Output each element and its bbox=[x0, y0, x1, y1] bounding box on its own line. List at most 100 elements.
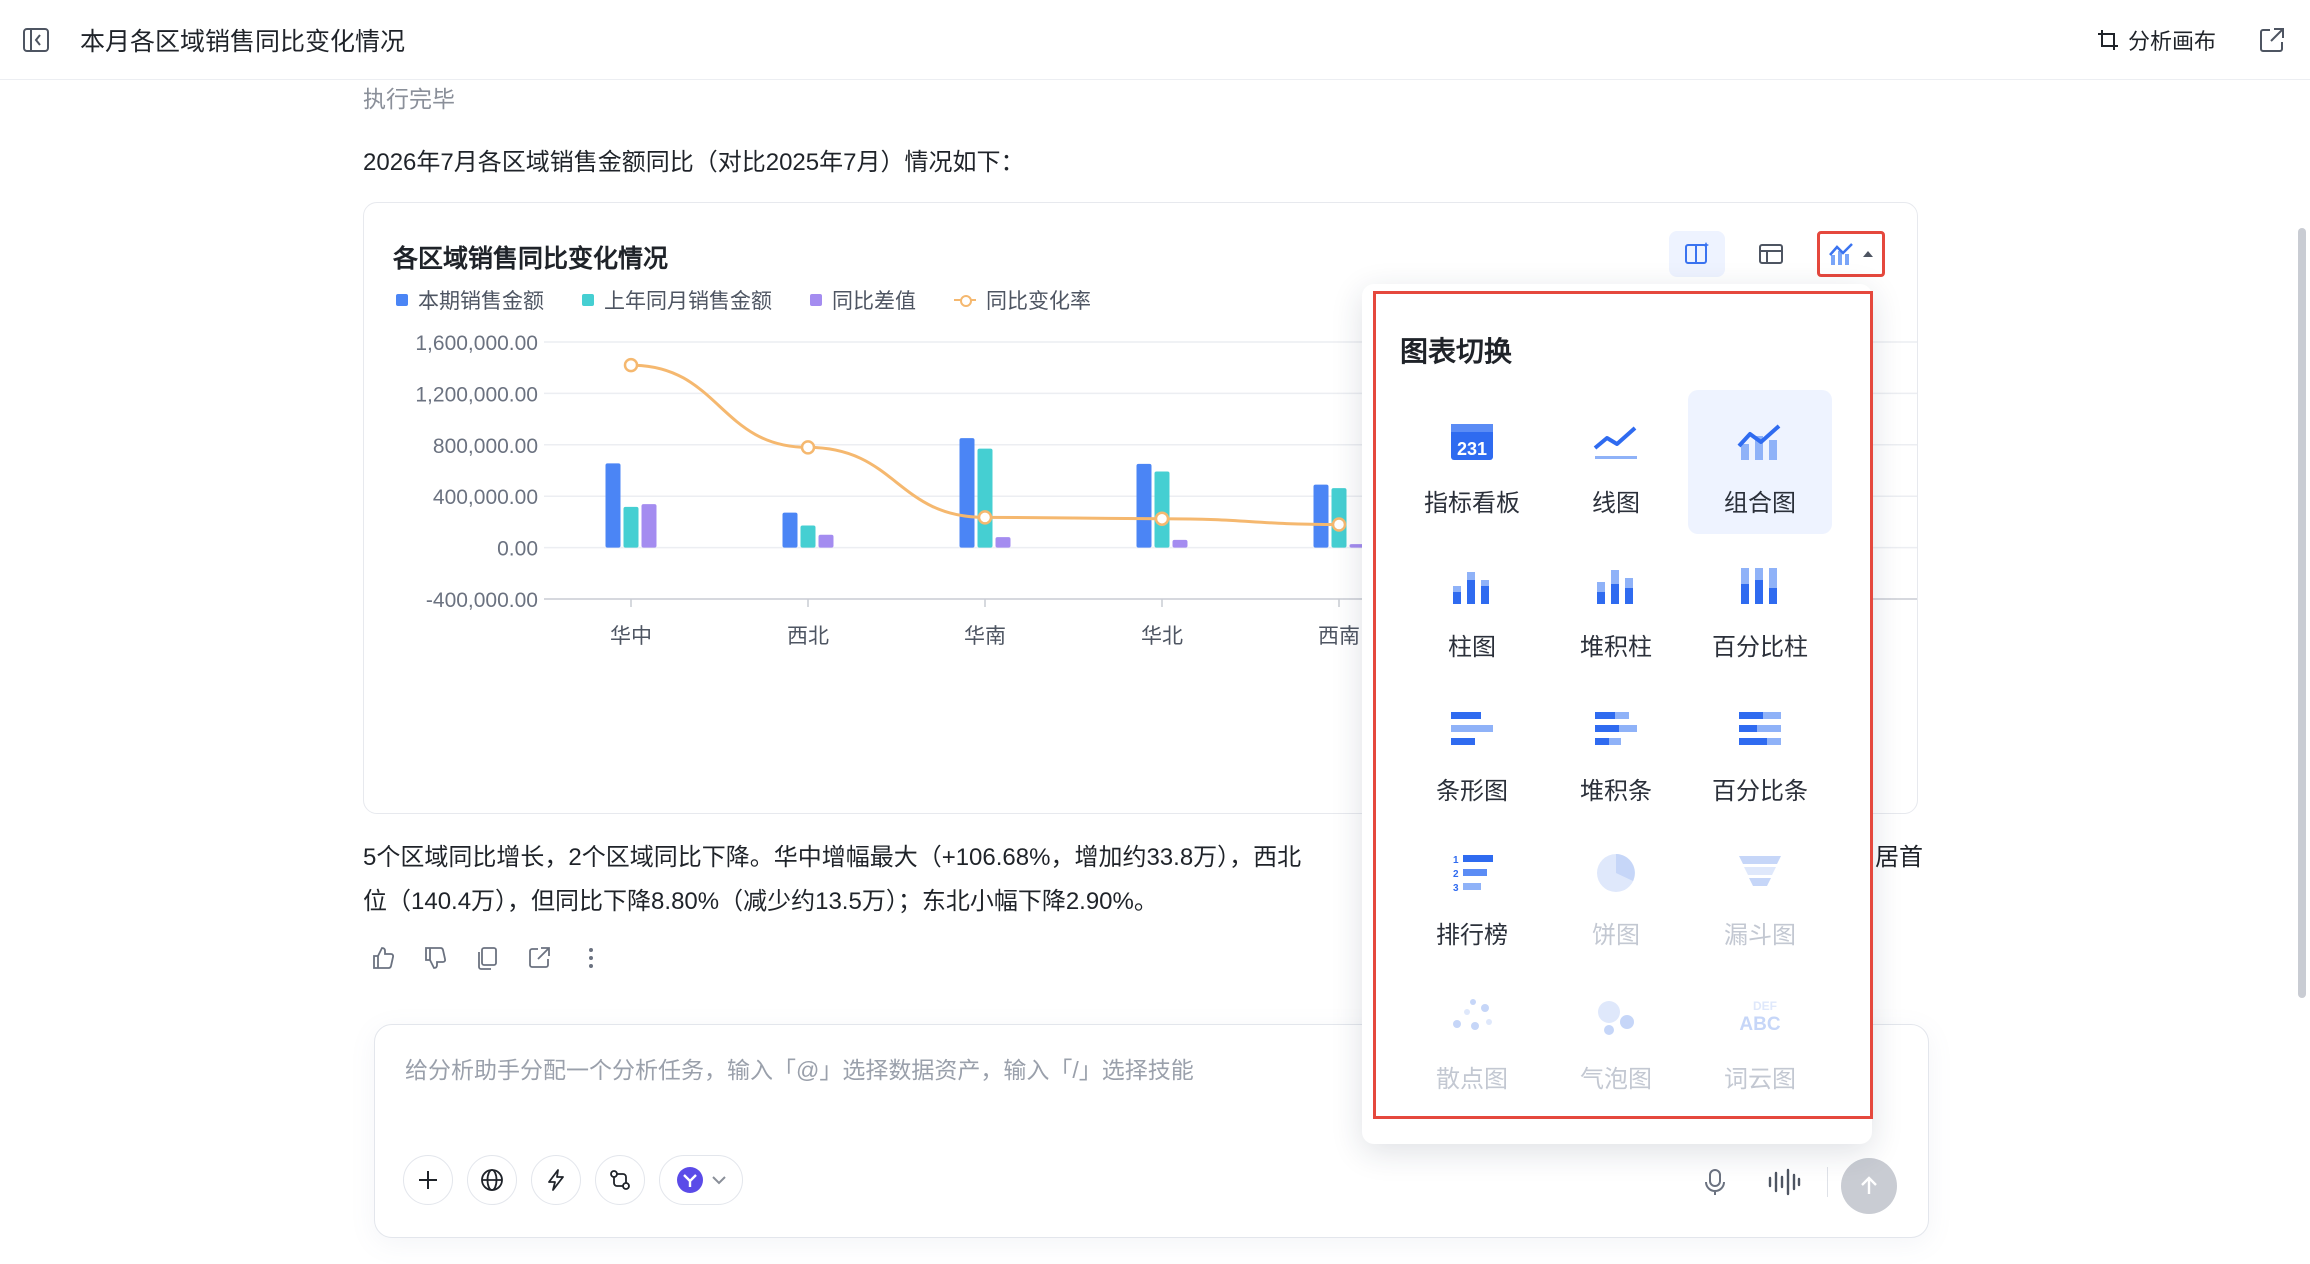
share-icon[interactable] bbox=[523, 942, 555, 974]
svg-text:1: 1 bbox=[1453, 855, 1459, 866]
chart-option-word-cloud: DEF ABC 词云图 bbox=[1688, 966, 1832, 1110]
legend-item[interactable]: 同比差值 bbox=[810, 285, 916, 315]
insight-button[interactable] bbox=[1669, 231, 1725, 277]
word-cloud-icon: DEF ABC bbox=[1733, 994, 1787, 1045]
chart-option-label: 指标看板 bbox=[1424, 490, 1520, 517]
bar bbox=[977, 448, 993, 548]
chevron-down-icon bbox=[712, 1176, 726, 1185]
bar bbox=[782, 512, 798, 548]
page-title: 本月各区域销售同比变化情况 bbox=[80, 28, 406, 56]
thumbs-up-icon[interactable] bbox=[367, 942, 399, 974]
app-page: 本月各区域销售同比变化情况 分析画布 执行完毕 2026年7月各区域销售金额同比… bbox=[0, 0, 2310, 1264]
stacked-bar-icon bbox=[1589, 562, 1643, 613]
chart-option-label: 线图 bbox=[1592, 490, 1640, 517]
chart-option-label: 漏斗图 bbox=[1724, 922, 1796, 949]
popup-title: 图表切换 bbox=[1400, 336, 1513, 367]
combo-chart-icon bbox=[1829, 243, 1853, 265]
copy-icon[interactable] bbox=[471, 942, 503, 974]
quick-action-button[interactable] bbox=[531, 1155, 581, 1205]
top-bar: 本月各区域销售同比变化情况 分析画布 bbox=[0, 0, 2310, 80]
pie-chart-icon bbox=[1589, 850, 1643, 901]
line-point bbox=[800, 440, 816, 455]
bar-chart-icon bbox=[1445, 562, 1499, 613]
lightning-icon bbox=[548, 1169, 564, 1191]
chart-option-label: 排行榜 bbox=[1436, 922, 1508, 949]
send-button[interactable] bbox=[1841, 1158, 1897, 1214]
chart-option-metric-board[interactable]: 231 指标看板 bbox=[1400, 390, 1544, 534]
bar bbox=[959, 438, 975, 548]
y-tick-label: 1,200,000.00 bbox=[415, 383, 538, 406]
workflow-icon bbox=[610, 1170, 630, 1190]
globe-icon bbox=[481, 1169, 503, 1191]
chart-toolbar bbox=[1669, 231, 1885, 277]
more-icon[interactable] bbox=[575, 942, 607, 974]
collapse-sidebar-icon[interactable] bbox=[18, 22, 54, 58]
legend-item[interactable]: 上年同月销售金额 bbox=[582, 285, 772, 315]
chart-option-label: 饼图 bbox=[1592, 922, 1640, 949]
chart-type-switch-button[interactable] bbox=[1817, 231, 1885, 277]
legend-label: 上年同月销售金额 bbox=[604, 290, 772, 313]
composer-divider bbox=[1827, 1167, 1828, 1197]
analysis-canvas-button[interactable]: 分析画布 bbox=[2096, 22, 2216, 58]
web-search-button[interactable] bbox=[467, 1155, 517, 1205]
x-tick-label: 西南 bbox=[1318, 625, 1360, 648]
bar bbox=[1154, 471, 1170, 548]
svg-text:ABC: ABC bbox=[1739, 1014, 1780, 1035]
open-external-icon[interactable] bbox=[2254, 22, 2290, 58]
combo-chart-icon bbox=[1733, 418, 1787, 469]
chart-option-bubble-chart: 气泡图 bbox=[1544, 966, 1688, 1110]
x-tick-label: 华北 bbox=[1141, 625, 1183, 648]
legend-label: 同比变化率 bbox=[986, 290, 1091, 313]
summary-line-1: 5个区域同比增长，2个区域同比下降。华中增幅最大（+106.68%，增加约33.… bbox=[363, 844, 1302, 871]
x-tick-label: 华南 bbox=[964, 625, 1006, 648]
table-view-button[interactable] bbox=[1743, 231, 1799, 277]
skills-button[interactable] bbox=[595, 1155, 645, 1205]
y-tick-label: 1,600,000.00 bbox=[415, 332, 538, 355]
chart-option-bar-chart[interactable]: 柱图 bbox=[1400, 534, 1544, 678]
funnel-chart-icon bbox=[1733, 850, 1787, 901]
horizontal-bar-icon bbox=[1445, 706, 1499, 757]
intro-text: 2026年7月各区域销售金额同比（对比2025年7月）情况如下： bbox=[363, 149, 1025, 176]
y-tick-label: 400,000.00 bbox=[433, 486, 538, 509]
legend-item[interactable]: 同比变化率 bbox=[954, 285, 1091, 315]
svg-text:2: 2 bbox=[1453, 869, 1459, 880]
line-point bbox=[623, 357, 639, 373]
scatter-chart-icon bbox=[1445, 994, 1499, 1045]
chart-option-ranking[interactable]: 1 2 3 排行榜 bbox=[1400, 822, 1544, 966]
caret-up-icon bbox=[1863, 251, 1873, 257]
chart-option-label: 条形图 bbox=[1436, 778, 1508, 805]
svg-text:231: 231 bbox=[1457, 439, 1487, 459]
chart-option-percent-bar[interactable]: 百分比柱 bbox=[1688, 534, 1832, 678]
analysis-canvas-label: 分析画布 bbox=[2128, 29, 2217, 54]
stacked-horizontal-bar-icon bbox=[1589, 706, 1643, 757]
bar bbox=[1136, 463, 1152, 548]
chart-option-label: 气泡图 bbox=[1580, 1066, 1652, 1093]
chart-option-funnel-chart: 漏斗图 bbox=[1688, 822, 1832, 966]
chart-option-stacked-horizontal-bar[interactable]: 堆积条 bbox=[1544, 678, 1688, 822]
add-button[interactable] bbox=[403, 1155, 453, 1205]
chart-option-combo-chart[interactable]: 组合图 bbox=[1688, 390, 1832, 534]
x-tick-label: 华中 bbox=[610, 625, 652, 648]
metric-board-icon: 231 bbox=[1445, 418, 1499, 469]
legend-item[interactable]: 本期销售金额 bbox=[396, 285, 544, 315]
chart-option-percent-horizontal-bar[interactable]: 百分比条 bbox=[1688, 678, 1832, 822]
bar bbox=[818, 534, 834, 548]
chart-option-stacked-bar[interactable]: 堆积柱 bbox=[1544, 534, 1688, 678]
model-selector[interactable] bbox=[659, 1155, 743, 1205]
arrow-up-icon bbox=[1861, 1176, 1877, 1194]
percent-bar-icon bbox=[1733, 562, 1787, 613]
chart-option-label: 堆积条 bbox=[1580, 778, 1652, 805]
microphone-icon[interactable] bbox=[1701, 1167, 1729, 1202]
voice-wave-icon[interactable] bbox=[1767, 1167, 1801, 1202]
execution-status: 执行完毕 bbox=[363, 86, 455, 112]
chart-option-line-chart[interactable]: 线图 bbox=[1544, 390, 1688, 534]
page-scrollbar[interactable] bbox=[2298, 228, 2306, 998]
chart-option-horizontal-bar[interactable]: 条形图 bbox=[1400, 678, 1544, 822]
bar bbox=[1172, 539, 1188, 548]
chart-option-pie-chart: 饼图 bbox=[1544, 822, 1688, 966]
composer-input[interactable]: 给分析助手分配一个分析任务，输入「@」选择数据资产，输入「/」选择技能 bbox=[405, 1051, 1194, 1085]
y-tick-label: -400,000.00 bbox=[426, 589, 538, 612]
plus-icon bbox=[419, 1171, 437, 1189]
thumbs-down-icon[interactable] bbox=[419, 942, 451, 974]
legend-label: 本期销售金额 bbox=[418, 290, 544, 313]
